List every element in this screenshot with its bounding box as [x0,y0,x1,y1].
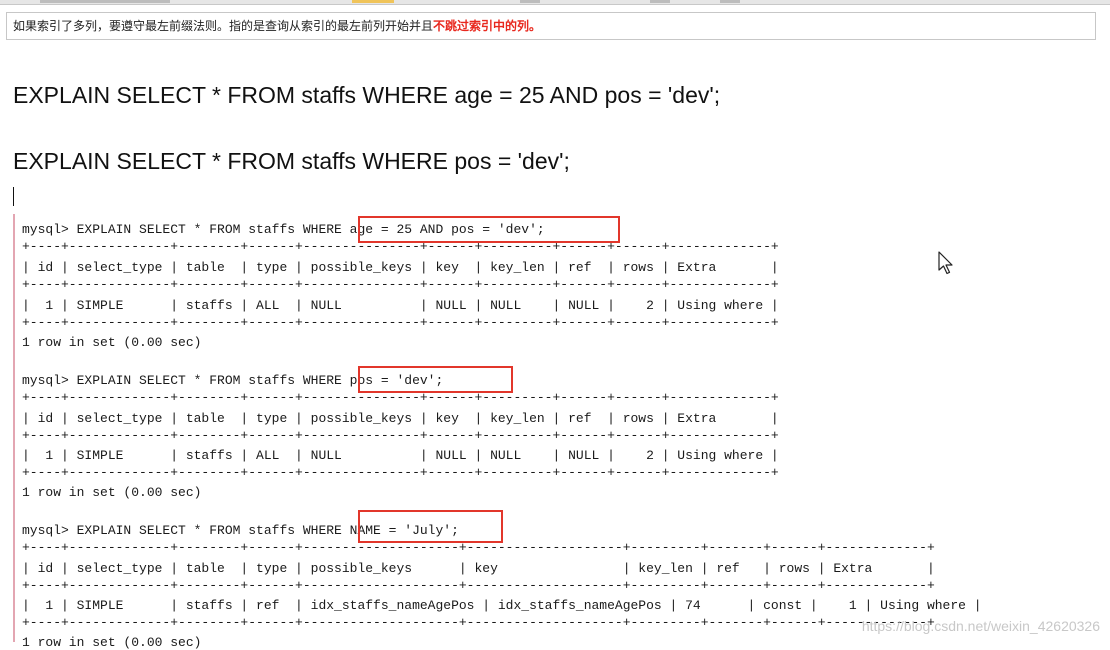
query3-row: | 1 | SIMPLE | staffs | ref | idx_staffs… [22,598,982,613]
statement-1: EXPLAIN SELECT * FROM staffs WHERE age =… [13,82,721,108]
query3-border-bottom: +----+-------------+--------+------+----… [22,615,935,630]
query2-border-mid: +----+-------------+--------+------+----… [22,428,779,443]
toolbar-button[interactable] [650,0,670,3]
query1-header: | id | select_type | table | type | poss… [22,260,779,275]
toolbar-button[interactable] [720,0,740,3]
toolbar-strip [0,0,1110,5]
query1-border-mid: +----+-------------+--------+------+----… [22,277,779,292]
toolbar-field[interactable] [40,0,170,3]
toolbar-button[interactable] [520,0,540,3]
query1-footer: 1 row in set (0.00 sec) [22,335,202,350]
note-text: 如果索引了多列，要遵守最左前缀法则。指的是查询从索引的最左前列开始并且 [13,19,434,33]
text-caret [13,187,14,206]
query3-border-mid: +----+-------------+--------+------+----… [22,578,935,593]
highlight-box-where-pos [358,366,513,393]
query2-header: | id | select_type | table | type | poss… [22,411,779,426]
query2-footer: 1 row in set (0.00 sec) [22,485,202,500]
note-emphasis: 不跳过索引中的列。 [433,19,542,33]
highlight-box-where-name [358,510,503,543]
statement-2: EXPLAIN SELECT * FROM staffs WHERE pos =… [13,148,570,174]
highlight-box-where-age-pos [358,216,620,243]
query3-footer: 1 row in set (0.00 sec) [22,635,202,650]
query2-border-bottom: +----+-------------+--------+------+----… [22,465,779,480]
query3-header: | id | select_type | table | type | poss… [22,561,935,576]
mouse-pointer-icon [938,251,953,275]
note-box: 如果索引了多列，要遵守最左前缀法则。指的是查询从索引的最左前列开始并且不跳过索引… [6,12,1096,40]
mysql-console: mysql> EXPLAIN SELECT * FROM staffs WHER… [13,214,1035,650]
toolbar-button-highlighted[interactable] [352,0,394,3]
query1-border-bottom: +----+-------------+--------+------+----… [22,315,779,330]
watermark: https://blog.csdn.net/weixin_42620326 [861,618,1100,634]
query2-row: | 1 | SIMPLE | staffs | ALL | NULL | NUL… [22,448,779,463]
query1-row: | 1 | SIMPLE | staffs | ALL | NULL | NUL… [22,298,779,313]
